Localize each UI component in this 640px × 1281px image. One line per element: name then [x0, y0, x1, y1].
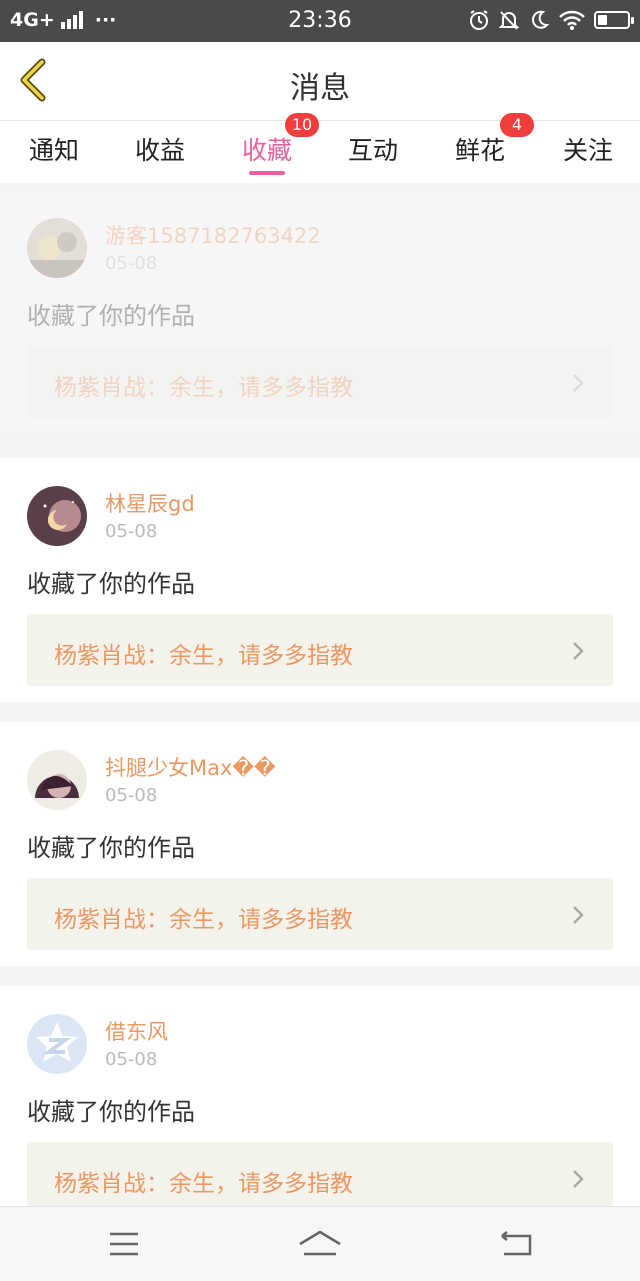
home-icon	[299, 1230, 341, 1256]
message-card: 游客1587182763422 05-08 收藏了你的作品 杨紫肖战：余生，请多…	[0, 190, 640, 434]
flowers-badge: 4	[500, 113, 534, 137]
username[interactable]: 林星辰gd	[105, 488, 195, 518]
tab-label: 通知	[28, 136, 79, 165]
work-title: 杨紫肖战：余生，请多多指教	[54, 643, 353, 669]
work-link[interactable]: 杨紫肖战：余生，请多多指教	[27, 878, 613, 950]
menu-button[interactable]	[100, 1224, 148, 1264]
status-bar: 4G+ ··· 23:36	[0, 0, 640, 42]
tab-label: 关注	[562, 136, 613, 165]
message-action: 收藏了你的作品	[27, 1098, 195, 1126]
tab-flowers[interactable]: 鲜花 4	[426, 113, 534, 183]
tab-label: 收益	[134, 136, 185, 165]
home-button[interactable]	[296, 1224, 344, 1264]
work-link[interactable]: 杨紫肖战：余生，请多多指教	[27, 1142, 613, 1214]
chevron-right-icon	[573, 642, 584, 660]
chevron-right-icon	[573, 1170, 584, 1188]
tab-label: 鲜花	[454, 136, 505, 165]
mute-bell-icon	[498, 11, 520, 30]
message-card: 林星辰gd 05-08 收藏了你的作品 杨紫肖战：余生，请多多指教	[0, 458, 640, 702]
message-date: 05-08	[105, 785, 158, 806]
work-title: 杨紫肖战：余生，请多多指教	[54, 907, 353, 933]
back-nav-button[interactable]	[492, 1224, 540, 1264]
message-date: 05-08	[105, 1049, 158, 1070]
tab-notice[interactable]: 通知	[0, 121, 108, 183]
moon-icon	[532, 10, 550, 29]
header: 消息	[0, 42, 640, 121]
message-date: 05-08	[105, 253, 158, 274]
avatar[interactable]	[27, 486, 87, 546]
avatar[interactable]	[27, 750, 87, 810]
message-card: 抖腿少女Max�� 05-08 收藏了你的作品 杨紫肖战：余生，请多多指教	[0, 722, 640, 966]
work-title: 杨紫肖战：余生，请多多指教	[54, 1171, 353, 1197]
message-action: 收藏了你的作品	[27, 302, 195, 330]
username[interactable]: 游客1587182763422	[105, 220, 321, 250]
work-link[interactable]: 杨紫肖战：余生，请多多指教	[27, 346, 613, 418]
message-action: 收藏了你的作品	[27, 834, 195, 862]
message-card: 借东风 05-08 收藏了你的作品 杨紫肖战：余生，请多多指教	[0, 986, 640, 1216]
tab-favorites[interactable]: 收藏 10	[213, 113, 321, 183]
work-link[interactable]: 杨紫肖战：余生，请多多指教	[27, 614, 613, 686]
username[interactable]: 抖腿少女Max��	[105, 752, 275, 782]
tab-follow[interactable]: 关注	[534, 121, 640, 183]
avatar[interactable]	[27, 1014, 87, 1074]
favorites-badge: 10	[285, 113, 319, 137]
status-icons	[468, 9, 634, 31]
tab-bar: 通知 收益 收藏 10 互动 鲜花 4 关注	[0, 113, 640, 183]
alarm-icon	[470, 10, 488, 30]
username[interactable]: 借东风	[105, 1016, 168, 1046]
system-nav-bar	[0, 1206, 640, 1281]
chevron-right-icon	[573, 906, 584, 924]
tab-label: 互动	[347, 136, 398, 165]
menu-icon	[110, 1232, 138, 1256]
message-date: 05-08	[105, 521, 158, 542]
active-tab-indicator	[249, 171, 285, 175]
battery-icon	[594, 11, 634, 29]
message-action: 收藏了你的作品	[27, 570, 195, 598]
work-title: 杨紫肖战：余生，请多多指教	[54, 375, 353, 401]
back-icon	[501, 1231, 532, 1256]
tab-earnings[interactable]: 收益	[106, 121, 214, 183]
page-title: 消息	[290, 71, 350, 106]
tab-interaction[interactable]: 互动	[319, 121, 427, 183]
wifi-icon	[559, 10, 585, 30]
tab-label: 收藏	[241, 136, 292, 165]
chevron-right-icon	[573, 374, 584, 392]
avatar[interactable]	[27, 218, 87, 278]
